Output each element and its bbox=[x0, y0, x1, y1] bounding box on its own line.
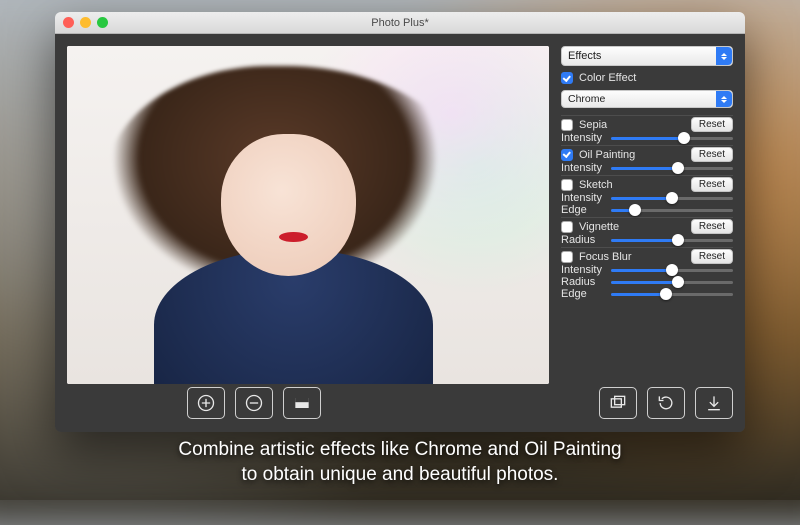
sketch-label: Sketch bbox=[579, 179, 685, 191]
window-title: Photo Plus* bbox=[55, 17, 745, 29]
close-icon[interactable] bbox=[63, 17, 74, 28]
oil-label: Oil Painting bbox=[579, 149, 685, 161]
vignette-header: Vignette Reset bbox=[561, 219, 733, 234]
slider-thumb[interactable] bbox=[672, 234, 684, 246]
sketch-intensity-label: Intensity bbox=[561, 192, 605, 204]
separator bbox=[561, 175, 733, 176]
download-icon bbox=[704, 393, 724, 413]
oil-checkbox[interactable] bbox=[561, 149, 573, 161]
focusBlur-edge-label: Edge bbox=[561, 288, 605, 300]
sepia-intensity-row: Intensity bbox=[561, 132, 733, 144]
plus-circle-icon bbox=[196, 393, 216, 413]
fit-icon bbox=[292, 393, 312, 413]
focusBlur-edge-row: Edge bbox=[561, 288, 733, 300]
app-window: Photo Plus* Effects Color Effect Chrome bbox=[55, 12, 745, 432]
caption-line-1: Combine artistic effects like Chrome and… bbox=[0, 437, 800, 463]
color-effect-checkbox[interactable] bbox=[561, 72, 573, 84]
slider-thumb[interactable] bbox=[666, 192, 678, 204]
sepia-intensity-slider[interactable] bbox=[611, 132, 733, 144]
oil-intensity-slider[interactable] bbox=[611, 162, 733, 174]
chevron-updown-icon bbox=[716, 47, 732, 65]
effects-dropdown[interactable]: Effects bbox=[561, 46, 733, 66]
sketch-intensity-slider[interactable] bbox=[611, 192, 733, 204]
images-icon bbox=[608, 393, 628, 413]
color-effect-value: Chrome bbox=[568, 93, 605, 105]
focusBlur-reset-button[interactable]: Reset bbox=[691, 249, 733, 264]
vignette-label: Vignette bbox=[579, 221, 685, 233]
color-effect-label: Color Effect bbox=[579, 72, 636, 84]
effects-dropdown-label: Effects bbox=[568, 50, 601, 62]
slider-thumb[interactable] bbox=[672, 276, 684, 288]
slider-thumb[interactable] bbox=[678, 132, 690, 144]
zoom-out-button[interactable] bbox=[235, 387, 273, 419]
focusBlur-checkbox[interactable] bbox=[561, 251, 573, 263]
compare-button[interactable] bbox=[599, 387, 637, 419]
color-effect-select[interactable]: Chrome bbox=[561, 90, 733, 108]
vignette-radius-row: Radius bbox=[561, 234, 733, 246]
effects-panel: Effects Color Effect Chrome Sepia Reset In… bbox=[561, 46, 733, 384]
focusBlur-label: Focus Blur bbox=[579, 251, 685, 263]
oil-intensity-row: Intensity bbox=[561, 162, 733, 174]
focusBlur-header: Focus Blur Reset bbox=[561, 249, 733, 264]
zoom-cluster bbox=[187, 387, 321, 419]
window-body: Effects Color Effect Chrome Sepia Reset In… bbox=[55, 34, 745, 384]
slider-thumb[interactable] bbox=[672, 162, 684, 174]
slider-thumb[interactable] bbox=[666, 264, 678, 276]
oil-reset-button[interactable]: Reset bbox=[691, 147, 733, 162]
sketch-intensity-row: Intensity bbox=[561, 192, 733, 204]
caption-line-2: to obtain unique and beautiful photos. bbox=[0, 462, 800, 488]
focusBlur-intensity-label: Intensity bbox=[561, 264, 605, 276]
sketch-reset-button[interactable]: Reset bbox=[691, 177, 733, 192]
oil-header: Oil Painting Reset bbox=[561, 147, 733, 162]
slider-track bbox=[611, 293, 733, 296]
color-effect-row: Color Effect bbox=[561, 72, 733, 84]
focusBlur-radius-slider[interactable] bbox=[611, 276, 733, 288]
zoom-in-button[interactable] bbox=[187, 387, 225, 419]
vignette-checkbox[interactable] bbox=[561, 221, 573, 233]
focusBlur-intensity-slider[interactable] bbox=[611, 264, 733, 276]
sepia-intensity-label: Intensity bbox=[561, 132, 605, 144]
sepia-checkbox[interactable] bbox=[561, 119, 573, 131]
vignette-radius-label: Radius bbox=[561, 234, 605, 246]
minus-circle-icon bbox=[244, 393, 264, 413]
separator bbox=[561, 217, 733, 218]
fit-button[interactable] bbox=[283, 387, 321, 419]
marketing-caption: Combine artistic effects like Chrome and… bbox=[0, 437, 800, 488]
sepia-header: Sepia Reset bbox=[561, 117, 733, 132]
export-button[interactable] bbox=[695, 387, 733, 419]
focusBlur-radius-label: Radius bbox=[561, 276, 605, 288]
bottom-toolbar bbox=[55, 384, 745, 432]
sepia-label: Sepia bbox=[579, 119, 685, 131]
oil-intensity-label: Intensity bbox=[561, 162, 605, 174]
minimize-icon[interactable] bbox=[80, 17, 91, 28]
window-controls bbox=[63, 17, 108, 28]
sketch-header: Sketch Reset bbox=[561, 177, 733, 192]
separator bbox=[561, 247, 733, 248]
sketch-edge-slider[interactable] bbox=[611, 204, 733, 216]
vignette-radius-slider[interactable] bbox=[611, 234, 733, 246]
separator bbox=[561, 115, 733, 116]
slider-track bbox=[611, 137, 733, 140]
sketch-checkbox[interactable] bbox=[561, 179, 573, 191]
focusBlur-intensity-row: Intensity bbox=[561, 264, 733, 276]
sketch-edge-row: Edge bbox=[561, 204, 733, 216]
sketch-edge-label: Edge bbox=[561, 204, 605, 216]
rotate-icon bbox=[656, 393, 676, 413]
focusBlur-edge-slider[interactable] bbox=[611, 288, 733, 300]
separator bbox=[561, 145, 733, 146]
rotate-button[interactable] bbox=[647, 387, 685, 419]
slider-thumb[interactable] bbox=[660, 288, 672, 300]
zoom-icon[interactable] bbox=[97, 17, 108, 28]
slider-thumb[interactable] bbox=[629, 204, 641, 216]
titlebar[interactable]: Photo Plus* bbox=[55, 12, 745, 34]
image-canvas[interactable] bbox=[67, 46, 549, 384]
focusBlur-radius-row: Radius bbox=[561, 276, 733, 288]
sepia-reset-button[interactable]: Reset bbox=[691, 117, 733, 132]
vignette-reset-button[interactable]: Reset bbox=[691, 219, 733, 234]
photo-preview bbox=[67, 46, 549, 384]
chevron-updown-icon bbox=[716, 91, 732, 107]
